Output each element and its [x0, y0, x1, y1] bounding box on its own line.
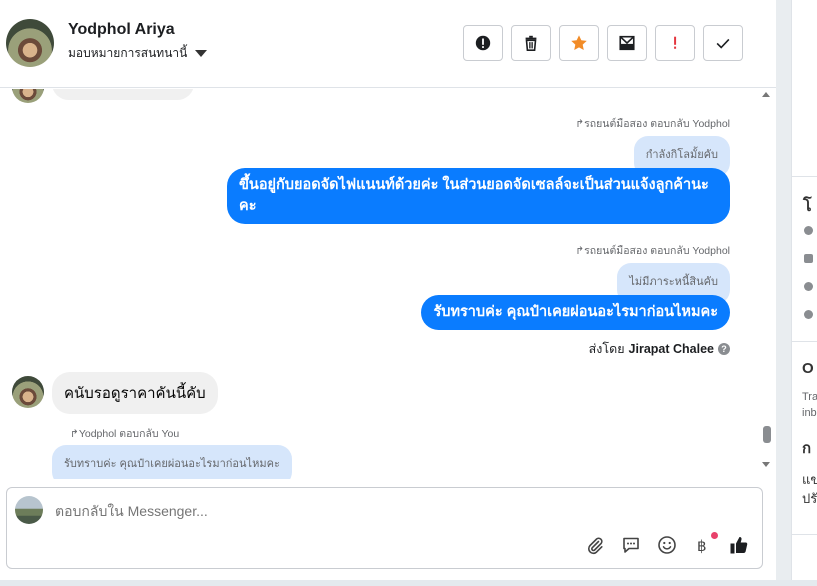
section-heading: ก	[802, 440, 812, 457]
check-icon	[716, 38, 730, 49]
sent-by-label: ส่งโดย	[588, 342, 625, 356]
help-icon[interactable]: ?	[718, 343, 730, 355]
header-actions	[463, 25, 743, 61]
svg-text:฿: ฿	[697, 537, 707, 555]
divider	[792, 341, 817, 342]
page-avatar	[15, 496, 43, 524]
assign-label: มอบหมายการสนทนานี้	[68, 46, 188, 60]
outgoing-message: ขึ้นอยู่กับยอดจัดไฟแนนท์ด้วยค่ะ ในส่วนยอ…	[227, 168, 730, 224]
composer-tools: ฿	[584, 532, 750, 556]
reply-input[interactable]	[55, 503, 655, 519]
paperclip-icon	[587, 537, 603, 555]
mark-spam-button[interactable]	[463, 25, 503, 61]
clock-icon	[804, 226, 813, 235]
scroll-up-arrow[interactable]	[762, 92, 770, 97]
saved-replies-button[interactable]	[620, 534, 642, 556]
like-button[interactable]	[728, 534, 750, 556]
location-icon	[804, 310, 813, 319]
divider	[792, 534, 817, 535]
reply-tag: ↱Yodphol ตอบกลับ You	[70, 428, 180, 440]
scrollbar-thumb[interactable]	[763, 426, 771, 443]
chat-bubble-icon	[623, 537, 639, 553]
scroll-down-arrow[interactable]	[762, 462, 770, 467]
assign-conversation-dropdown[interactable]: มอบหมายการสนทนานี้	[68, 44, 208, 63]
section-heading: โ	[803, 198, 812, 215]
baht-icon: ฿	[697, 537, 707, 555]
contact-avatar-small	[12, 376, 44, 408]
divider	[792, 176, 817, 177]
notification-dot	[711, 532, 718, 539]
move-to-done-button[interactable]	[607, 25, 647, 61]
delete-button[interactable]	[511, 25, 551, 61]
contact-name[interactable]: Yodphol Ariya	[68, 21, 175, 39]
mark-done-button[interactable]	[703, 25, 743, 61]
sent-by-info: ส่งโดย Jirapat Chalee ?	[589, 339, 730, 359]
caret-down-icon	[195, 50, 208, 57]
panel-text: Tra	[802, 391, 817, 403]
mark-important-button[interactable]	[655, 25, 695, 61]
contact-avatar[interactable]	[6, 19, 54, 67]
location-icon	[804, 282, 813, 291]
emoji-icon	[658, 536, 676, 554]
payment-button[interactable]: ฿	[692, 532, 718, 556]
reply-tag: ↱รถยนต์มือสอง ตอบกลับ Yodphol	[575, 118, 730, 130]
contact-avatar-small	[12, 89, 44, 103]
thumbs-up-icon	[730, 537, 748, 554]
reply-tag: ↱รถยนต์มือสอง ตอบกลับ Yodphol	[575, 245, 730, 257]
message-thread[interactable]: ↱รถยนต์มือสอง ตอบกลับ Yodphol กำลังกิโลม…	[0, 89, 776, 479]
briefcase-icon	[804, 254, 813, 263]
outgoing-message: รับทราบค่ะ คุณป๋าเคยผ่อนอะไรมาก่อนไหมคะ	[421, 295, 730, 330]
mail-archive-icon	[619, 35, 635, 51]
panel-text: inb	[802, 407, 817, 419]
star-icon	[571, 35, 587, 51]
exclamation-icon	[674, 36, 677, 49]
sent-by-name: Jirapat Chalee	[628, 342, 714, 356]
star-button[interactable]	[559, 25, 599, 61]
quoted-message: รับทราบค่ะ คุณป๋าเคยผ่อนอะไรมาก่อนไหมคะ	[52, 445, 292, 479]
alert-icon	[475, 35, 491, 51]
inbox-window: Yodphol Ariya มอบหมายการสนทนานี้ ↱รถยนต์…	[0, 0, 817, 586]
section-heading: O	[802, 360, 814, 377]
emoji-button[interactable]	[656, 534, 678, 556]
conversation-panel: Yodphol Ariya มอบหมายการสนทนานี้ ↱รถยนต์…	[0, 0, 776, 586]
attach-button[interactable]	[584, 534, 606, 556]
reply-composer[interactable]: ฿	[6, 487, 763, 569]
incoming-message: คนับรอดูราคาคันนี้คับ	[52, 372, 218, 414]
trash-icon	[525, 35, 537, 52]
panel-text: แข	[802, 472, 817, 487]
contact-details-panel: โ O Tra inb ก แข ปรั	[791, 0, 817, 580]
panel-text: ปรั	[802, 491, 817, 506]
conversation-header: Yodphol Ariya มอบหมายการสนทนานี้	[0, 0, 776, 88]
window-bottom-edge	[0, 580, 817, 586]
incoming-message-partial	[52, 89, 194, 100]
